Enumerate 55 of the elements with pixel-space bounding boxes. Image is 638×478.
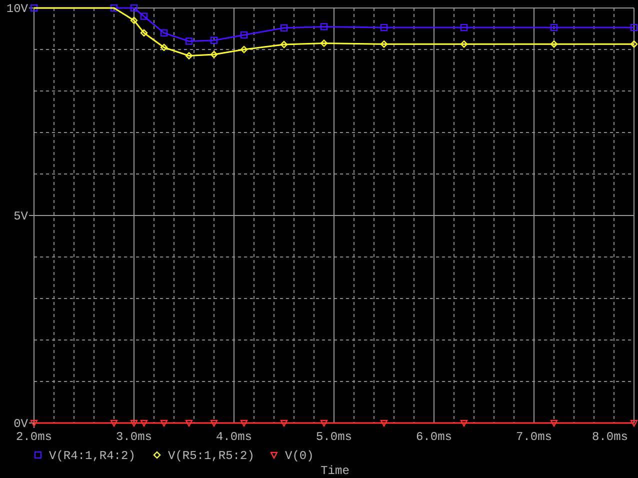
x-tick-label: 5.0ms [316, 430, 352, 444]
data-point-marker [280, 420, 288, 428]
data-point-marker [160, 44, 168, 52]
data-point-marker [240, 31, 248, 39]
data-point-marker [380, 40, 388, 48]
data-point-marker [320, 39, 328, 48]
data-point-marker [185, 52, 193, 60]
legend-marker-icon [153, 451, 161, 459]
data-point-marker [140, 29, 148, 37]
data-point-marker [460, 40, 468, 48]
x-tick-label: 2.0ms [16, 430, 52, 444]
data-point-marker [130, 4, 138, 12]
y-tick-label: 0V [14, 417, 28, 431]
data-point-marker [185, 38, 193, 45]
data-point-marker [320, 420, 328, 428]
data-point-marker [240, 420, 248, 428]
x-axis-title: Time [320, 464, 350, 478]
data-point-marker [380, 24, 388, 32]
x-tick-label: 8.0ms [592, 430, 628, 444]
data-point-marker [160, 420, 168, 428]
data-point-marker [550, 40, 558, 48]
data-point-marker [30, 420, 38, 428]
data-point-marker [460, 24, 468, 32]
data-point-marker [140, 12, 148, 20]
data-point-marker [280, 24, 288, 32]
data-point-marker [380, 420, 388, 428]
data-point-marker [210, 420, 218, 428]
data-point-marker [210, 36, 218, 44]
data-point-marker [630, 40, 638, 48]
x-tick-label: 6.0ms [416, 430, 452, 444]
legend-label: V(0) [285, 449, 314, 463]
legend-marker-icon [270, 452, 278, 460]
data-point-marker [630, 24, 638, 32]
data-point-marker [460, 420, 468, 428]
data-point-marker [320, 23, 328, 30]
y-tick-label: 5V [14, 210, 28, 224]
data-point-marker [110, 4, 118, 12]
x-tick-label: 7.0ms [516, 430, 552, 444]
data-point-marker [550, 420, 558, 428]
data-point-marker [210, 50, 218, 58]
data-point-marker [160, 29, 168, 36]
legend-label: V(R4:1,R4:2) [49, 449, 136, 463]
legend-marker-icon [34, 451, 42, 459]
x-tick-label: 3.0ms [116, 430, 152, 444]
data-point-marker [240, 46, 248, 54]
data-point-marker [30, 4, 38, 12]
data-point-marker [184, 420, 194, 428]
data-point-marker [630, 420, 638, 428]
data-point-marker [280, 40, 288, 48]
x-tick-label: 4.0ms [216, 430, 252, 444]
data-point-marker [110, 420, 118, 428]
legend-label: V(R5:1,R5:2) [168, 449, 254, 463]
data-point-marker [130, 16, 138, 24]
data-point-marker [550, 24, 558, 32]
y-tick-label: 10V [6, 2, 28, 16]
